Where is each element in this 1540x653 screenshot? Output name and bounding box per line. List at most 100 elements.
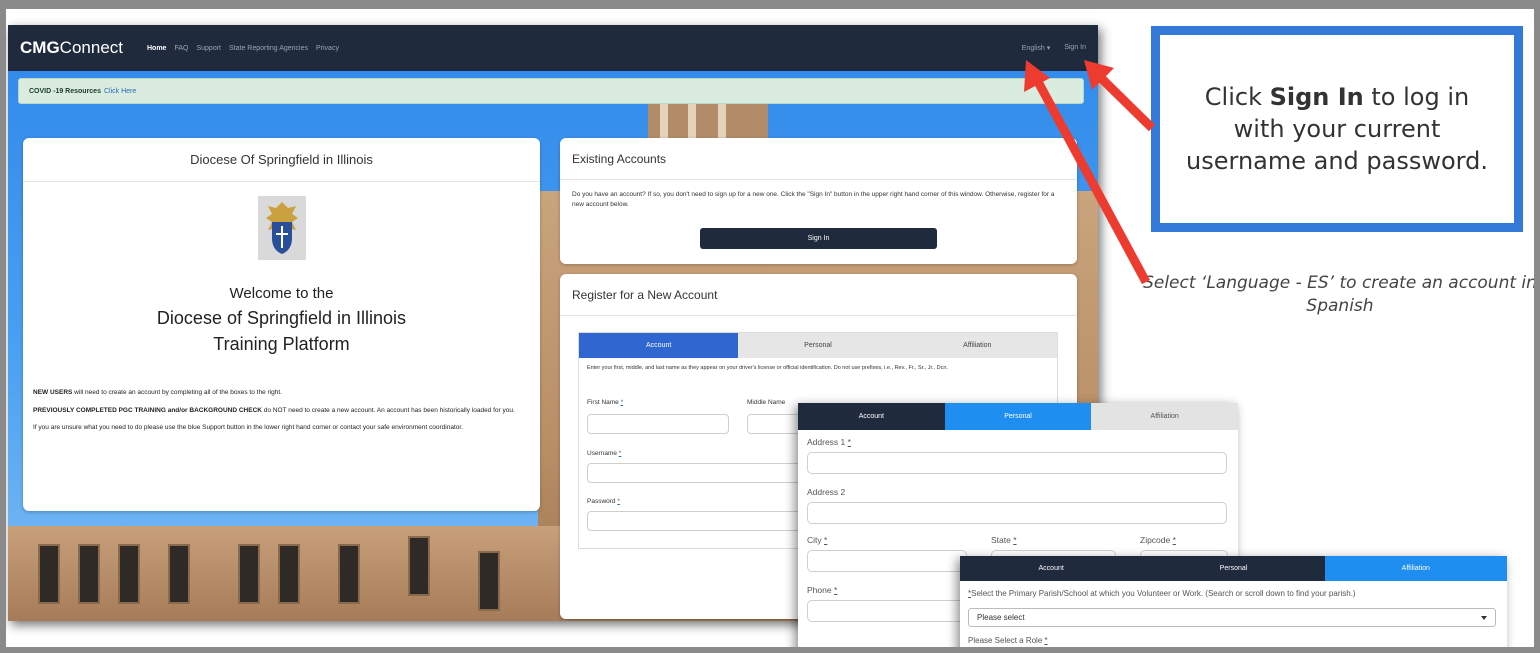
language-note: Select ‘Language - ES’ to create an acco… [1143, 273, 1537, 316]
address2-input[interactable] [807, 502, 1227, 524]
sign-in-callout-text: Click Sign In to log in with your curren… [1160, 35, 1514, 223]
state-label: State * [991, 535, 1017, 545]
parish-select-value: Please select [977, 613, 1025, 622]
middle-name-label: Middle Name [747, 399, 786, 406]
brand-logo[interactable]: CMGConnect [20, 38, 123, 58]
new-users-text: will need to create an account by comple… [72, 389, 282, 396]
sign-in-button[interactable]: Sign In [700, 228, 937, 249]
callout-bold: Sign In [1269, 83, 1364, 111]
language-label: English [1021, 45, 1045, 52]
required-marker: * [1044, 636, 1048, 645]
building-window [238, 544, 260, 604]
nav-link-privacy[interactable]: Privacy [316, 45, 339, 52]
first-name-label: First Name * [587, 399, 623, 406]
previously-completed-bold: PREVIOUSLY COMPLETED PGC TRAINING and/or… [33, 406, 262, 414]
password-label-text: Password [587, 498, 616, 505]
nav-link-state-reporting-agencies[interactable]: State Reporting Agencies [229, 45, 308, 52]
role-label: Please Select a Role * [968, 636, 1048, 645]
sign-in-callout-content: Click Sign In to log in with your curren… [1178, 81, 1496, 177]
phone-input[interactable] [807, 600, 967, 622]
username-label-text: Username [587, 450, 617, 457]
building-window [338, 544, 360, 604]
register-tabs: Account Personal Affiliation [579, 333, 1057, 358]
tab-account[interactable]: Account [579, 333, 739, 358]
covid-click-here-link[interactable]: Click Here [104, 88, 136, 95]
covid-banner: COVID -19 Resources Click Here [18, 78, 1084, 104]
required-marker: * [833, 585, 838, 595]
nav-link-support[interactable]: Support [196, 45, 221, 52]
building-window [478, 551, 500, 611]
username-label: Username * [587, 450, 621, 457]
zipcode-label-text: Zipcode [1140, 535, 1171, 545]
background-building [8, 526, 568, 621]
tab-personal[interactable]: Personal [738, 333, 898, 358]
diocese-crest-icon [258, 196, 306, 260]
top-navbar: CMGConnect Home FAQ Support State Report… [8, 25, 1098, 71]
chevron-down-icon [1481, 615, 1487, 620]
phone-label-text: Phone [807, 585, 832, 595]
required-marker: * [620, 399, 624, 406]
parish-instruction-text: Select the Primary Parish/School at whic… [971, 589, 1356, 598]
previously-completed-text: do NOT need to create a new account. An … [261, 406, 515, 414]
brand-bold: CMG [20, 38, 60, 57]
covid-banner-title: COVID -19 Resources [29, 87, 101, 95]
required-marker: * [1013, 535, 1017, 545]
address1-label: Address 1 * [807, 437, 851, 447]
language-dropdown[interactable]: English ▾ [1022, 44, 1050, 52]
building-window [78, 544, 100, 604]
existing-accounts-card: Existing Accounts Do you have an account… [560, 138, 1077, 264]
affiliation-form-overlay: Account Personal Affiliation *Select the… [960, 556, 1507, 653]
password-label: Password * [587, 498, 620, 505]
new-users-paragraph: NEW USERS will need to create an account… [33, 388, 533, 398]
city-label: City * [807, 535, 827, 545]
tab-personal[interactable]: Personal [944, 403, 1092, 430]
parish-instruction: *Select the Primary Parish/School at whi… [968, 589, 1356, 598]
personal-tabs: Account Personal Affiliation [798, 403, 1239, 430]
welcome-title-line3: Training Platform [213, 334, 350, 354]
existing-accounts-text: Do you have an account? If so, you don't… [572, 191, 1055, 208]
welcome-card-header: Diocese Of Springfield in Illinois [23, 138, 540, 182]
chevron-down-icon: ▾ [1046, 45, 1051, 52]
first-name-input[interactable] [587, 414, 729, 434]
welcome-instructions: NEW USERS will need to create an account… [33, 388, 533, 441]
building-window [118, 544, 140, 604]
affiliation-tabs: Account Personal Affiliation [960, 556, 1507, 581]
role-label-text: Please Select a Role [968, 636, 1043, 645]
tab-affiliation[interactable]: Affiliation [1091, 403, 1239, 430]
address2-label: Address 2 [807, 487, 846, 497]
register-header: Register for a New Account [560, 274, 1077, 316]
address1-label-text: Address 1 [807, 437, 846, 447]
welcome-title: Welcome to the Diocese of Springfield in… [23, 283, 540, 357]
tab-personal[interactable]: Personal [1142, 556, 1325, 581]
welcome-title-line2: Diocese of Springfield in Illinois [156, 308, 407, 328]
required-marker: * [1172, 535, 1176, 545]
building-window [38, 544, 60, 604]
required-marker: * [617, 498, 620, 505]
phone-label: Phone * [807, 585, 837, 595]
callout-pre: Click [1204, 83, 1270, 111]
nav-link-home[interactable]: Home [147, 45, 166, 52]
zipcode-label: Zipcode * [1140, 535, 1176, 545]
required-marker: * [847, 437, 851, 447]
required-marker: * [824, 535, 828, 545]
welcome-card: Diocese Of Springfield in Illinois Welco… [23, 138, 540, 511]
nav-link-faq[interactable]: FAQ [174, 45, 188, 52]
required-marker: * [618, 450, 622, 457]
sign-in-callout: Click Sign In to log in with your curren… [1151, 26, 1523, 232]
welcome-title-line1: Welcome to the [229, 285, 334, 302]
address1-input[interactable] [807, 452, 1227, 474]
existing-accounts-header: Existing Accounts [560, 138, 1077, 180]
tab-affiliation[interactable]: Affiliation [1324, 556, 1507, 581]
building-window [408, 536, 430, 596]
tab-affiliation[interactable]: Affiliation [897, 333, 1057, 358]
tab-account[interactable]: Account [798, 403, 945, 430]
city-input[interactable] [807, 550, 967, 572]
tab-account[interactable]: Account [960, 556, 1143, 581]
building-window [168, 544, 190, 604]
new-users-bold: NEW USERS [33, 389, 73, 396]
parish-select[interactable]: Please select [968, 608, 1496, 627]
register-note: Enter your first, middle, and last name … [587, 365, 948, 371]
building-window [278, 544, 300, 604]
nav-sign-in-link[interactable]: Sign In [1064, 44, 1086, 52]
brand-rest: Connect [59, 38, 123, 57]
